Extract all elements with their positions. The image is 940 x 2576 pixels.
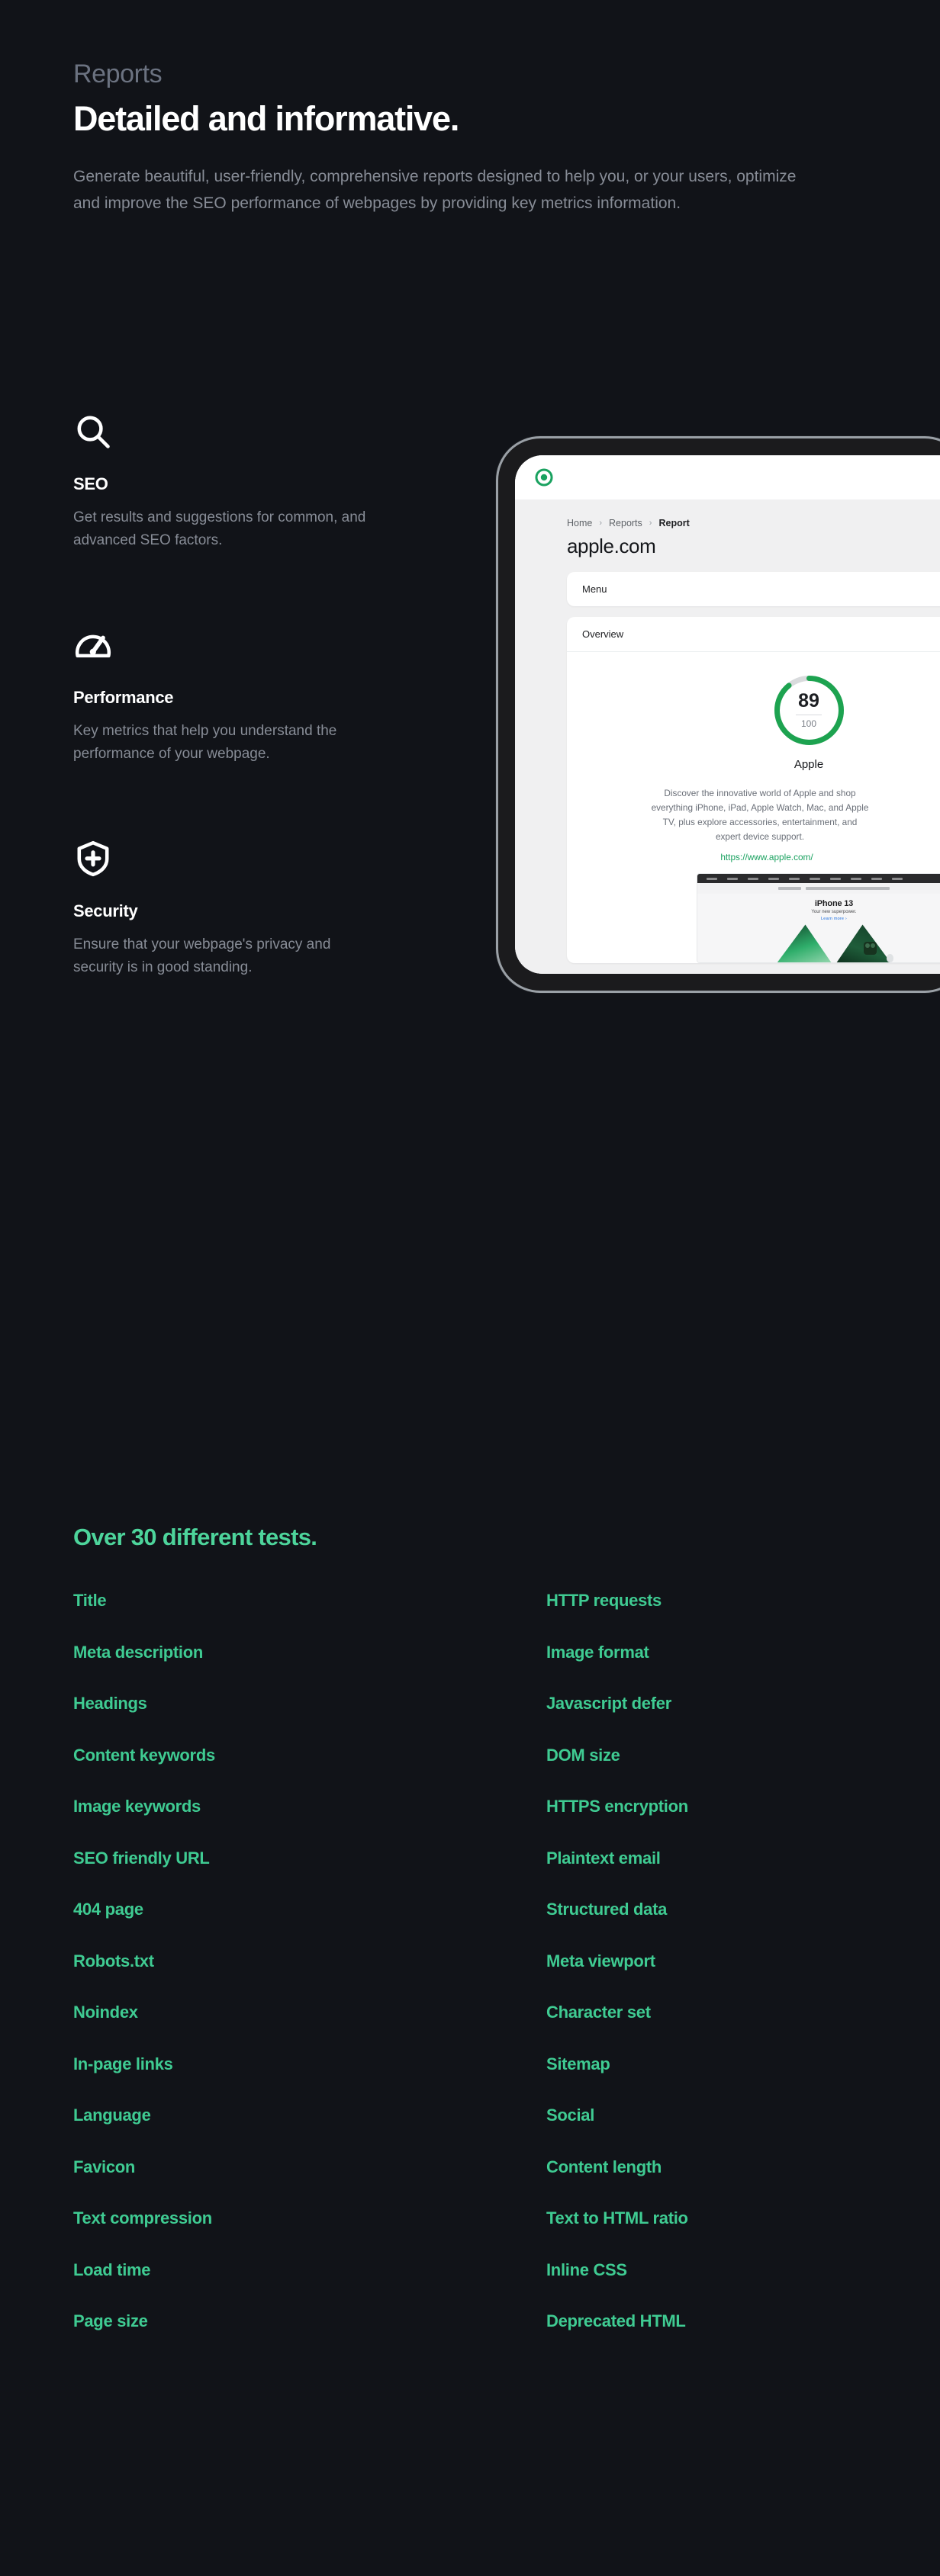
tests-section: Over 30 different tests. Title Meta desc… (73, 1524, 867, 2363)
screenshot-headline: iPhone 13 (814, 899, 854, 909)
test-item: Image format (546, 1642, 649, 1662)
score-value: 89 (798, 690, 819, 711)
feature-list: SEO Get results and suggestions for comm… (73, 412, 401, 979)
screenshot-subhead: Your new superpower. (811, 910, 857, 915)
phone-mockup: Home › Reports › Report apple.com Menu O… (496, 436, 940, 993)
phone-frame: Home › Reports › Report apple.com Menu O… (496, 436, 940, 993)
feature-title: SEO (73, 474, 108, 493)
overview-card-label: Overview (582, 628, 624, 640)
tests-title: Over 30 different tests. (73, 1524, 317, 1550)
menu-card[interactable]: Menu (567, 572, 940, 606)
breadcrumb: Home › Reports › Report (515, 499, 940, 528)
tests-column-right: HTTP requests Image format Javascript de… (546, 1591, 867, 2363)
test-item: Noindex (73, 2003, 138, 2022)
page-title: Detailed and informative. (73, 99, 459, 139)
score-gauge: 89 100 Apple (651, 652, 940, 776)
test-item: DOM size (546, 1745, 620, 1765)
page-root: Reports Detailed and informative. Genera… (0, 0, 940, 2576)
test-item: Social (546, 2105, 595, 2125)
breadcrumb-reports[interactable]: Reports (609, 518, 642, 528)
screenshot-banner (697, 883, 940, 895)
test-item: Favicon (73, 2157, 136, 2176)
screenshot-navbar (697, 874, 940, 884)
feature-security: Security Ensure that your webpage's priv… (73, 839, 401, 979)
site-url-link[interactable]: https://www.apple.com/ (567, 852, 940, 862)
speedometer-icon (73, 625, 113, 665)
chevron-right-icon: › (599, 519, 603, 528)
site-screenshot-preview[interactable]: iPhone 13 Your new superpower. Learn mor… (697, 873, 940, 964)
section-eyebrow: Reports (73, 59, 163, 88)
report-domain-title: apple.com (567, 535, 656, 557)
screenshot-links: Learn more › (821, 917, 847, 922)
breadcrumb-home[interactable]: Home (567, 518, 592, 528)
test-item: Javascript defer (546, 1694, 671, 1713)
overview-card: Overview 89 100 Apple Discover the innov… (567, 617, 940, 964)
feature-description: Get results and suggestions for common, … (73, 509, 366, 549)
test-item: Character set (546, 2003, 651, 2022)
test-item: Content length (546, 2157, 662, 2176)
test-item: Robots.txt (73, 1951, 154, 1971)
test-item: Text to HTML ratio (546, 2208, 688, 2228)
test-item: Structured data (546, 1900, 668, 1919)
phone-screen: Home › Reports › Report apple.com Menu O… (515, 455, 940, 974)
test-item: In-page links (73, 2054, 173, 2073)
search-icon (73, 412, 113, 451)
test-item: Meta description (73, 1642, 204, 1662)
test-item: Content keywords (73, 1745, 215, 1765)
feature-description: Key metrics that help you understand the… (73, 723, 337, 763)
hero-section: Reports Detailed and informative. Genera… (73, 59, 867, 217)
tests-columns: Title Meta description Headings Content … (73, 1591, 867, 2363)
test-item: Sitemap (546, 2054, 610, 2073)
target-dot-logo[interactable] (533, 467, 555, 488)
test-item: SEO friendly URL (73, 1848, 210, 1868)
shield-plus-icon (73, 839, 113, 878)
test-item: HTTPS encryption (546, 1797, 688, 1816)
test-item: Text compression (73, 2208, 212, 2228)
score-donut: 89 100 (772, 673, 846, 747)
score-max: 100 (800, 718, 817, 729)
screenshot-product-image (765, 924, 903, 963)
app-topbar (515, 455, 940, 499)
tests-column-left: Title Meta description Headings Content … (73, 1591, 546, 2363)
test-item: Image keywords (73, 1797, 201, 1816)
test-item: Language (73, 2105, 151, 2125)
test-item: Meta viewport (546, 1951, 655, 1971)
test-item: Load time (73, 2260, 151, 2279)
chevron-right-icon: › (649, 519, 652, 528)
app-body: Home › Reports › Report apple.com Menu O… (515, 499, 940, 974)
feature-performance: Performance Key metrics that help you un… (73, 625, 401, 766)
feature-description: Ensure that your webpage's privacy and s… (73, 936, 331, 976)
menu-card-label: Menu (582, 583, 607, 595)
test-item: Title (73, 1591, 107, 1610)
screenshot-hero: iPhone 13 Your new superpower. Learn mor… (697, 894, 940, 963)
test-item: HTTP requests (546, 1591, 662, 1610)
breadcrumb-current: Report (658, 518, 690, 528)
feature-title: Performance (73, 688, 174, 708)
feature-seo: SEO Get results and suggestions for comm… (73, 412, 401, 552)
score-readout: 89 100 (772, 673, 846, 747)
test-item: Plaintext email (546, 1848, 661, 1868)
test-item: Inline CSS (546, 2260, 627, 2279)
test-item: Deprecated HTML (546, 2311, 686, 2330)
test-item: 404 page (73, 1900, 143, 1919)
site-name: Apple (794, 758, 824, 771)
test-item: Headings (73, 1694, 147, 1713)
site-description: Discover the innovative world of Apple a… (651, 788, 869, 843)
feature-title: Security (73, 901, 138, 921)
test-item: Page size (73, 2311, 148, 2330)
apple-logo-icon (887, 954, 893, 963)
hero-description: Generate beautiful, user-friendly, compr… (73, 168, 797, 212)
